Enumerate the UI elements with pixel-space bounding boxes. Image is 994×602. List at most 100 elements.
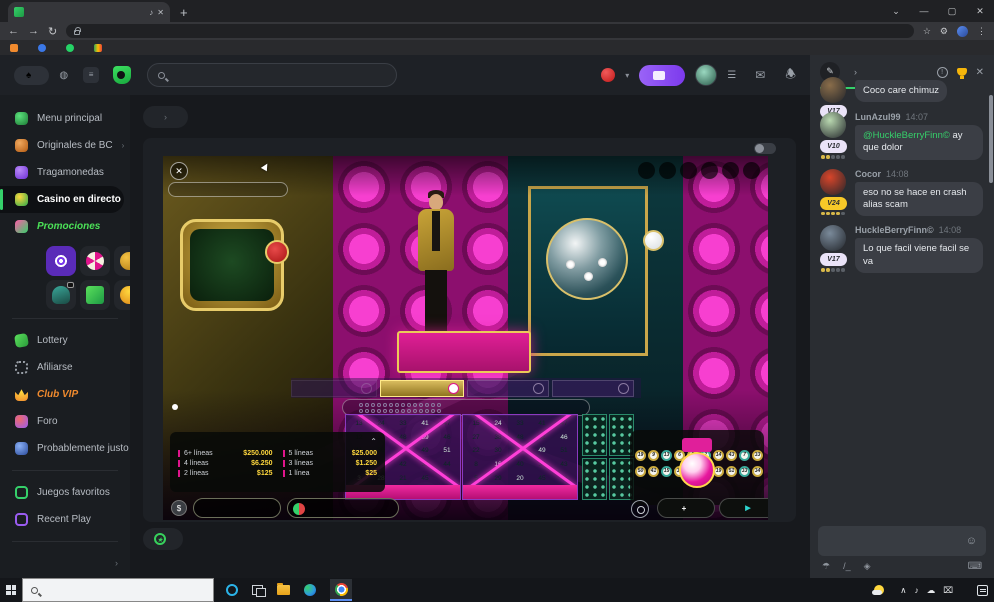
user-mention[interactable]: @HuckleBerryFinn© [863,130,953,141]
coinflip-icon[interactable]: ◈ [864,561,871,572]
camera-icon[interactable] [659,162,676,179]
extensions-icon[interactable]: ⚙ [940,26,948,37]
minimize-button[interactable]: — [910,0,938,22]
nav-casino[interactable]: ♠ [14,66,49,85]
weather-icon[interactable] [874,585,884,595]
bcgame-logo[interactable] [113,66,137,84]
browser-tab[interactable]: ♪ ✕ [8,2,170,22]
lobby-button[interactable]: ▶ [719,498,768,518]
back-button[interactable]: ← [8,25,19,37]
bookmark-meet[interactable] [94,44,106,52]
avatar[interactable] [820,225,846,251]
trophy-icon[interactable] [957,68,967,76]
breadcrumb[interactable]: › [143,106,188,128]
sidebar-language-selector[interactable]: › [0,550,130,568]
network-icon[interactable]: ⌧ [943,585,953,596]
ingame-chat-input[interactable] [168,182,288,197]
chat-scrollbar[interactable] [989,95,993,183]
tab-audio-icon[interactable]: ♪ [149,8,153,17]
history-icon[interactable] [722,162,739,179]
chat-username[interactable]: LunAzul99 [855,112,901,122]
add-table-button[interactable]: + [657,498,715,518]
url-bar[interactable] [66,24,914,38]
start-button[interactable] [0,585,22,595]
sidebar-item-fair[interactable]: Probablemente justo [0,435,130,462]
favorite-button[interactable]: ★ [143,528,183,550]
avatar[interactable] [820,77,846,103]
coins-tile[interactable] [114,280,130,310]
cortana-icon[interactable] [226,584,238,596]
level-list-icon[interactable]: ☰ [727,70,735,81]
chrome-taskbar-active[interactable] [330,579,352,601]
edge-icon[interactable] [304,584,316,596]
tab-close-icon[interactable]: ✕ [157,8,164,17]
sidebar-item-recent[interactable]: Recent Play [0,506,130,533]
keyboard-icon[interactable]: ⌨ [968,561,982,572]
task-view-icon[interactable] [252,585,263,595]
bingo-card-2[interactable]: 1524334147273848424622301949518164034435… [462,414,578,500]
chat-close-icon[interactable]: ✕ [976,67,984,78]
collapse-chevron-icon[interactable]: ⌃ [370,437,377,446]
sidebar-item-forum[interactable]: Foro [0,408,130,435]
menu-kebab-icon[interactable]: ⋮ [977,26,986,37]
new-tab-button[interactable]: + [180,5,188,22]
sidebar-item-slots[interactable]: Tragamonedas [0,159,130,186]
cash-tile[interactable] [80,280,110,310]
sidebar-item-vip[interactable]: Club VIP [0,381,130,408]
settings-icon[interactable] [701,162,718,179]
file-explorer-icon[interactable] [277,585,290,595]
tray-volume-icon[interactable]: ♪ [914,585,918,595]
chat-username[interactable]: HuckleBerryFinn© [855,225,934,235]
maximize-button[interactable]: ▢ [938,0,966,22]
tab-search-icon[interactable]: ⌄ [882,0,910,22]
bookmark-whatsapp[interactable] [66,44,78,52]
sidebar-item-promo[interactable]: Promociones [0,213,130,240]
wheel-tile[interactable] [80,246,110,276]
mode-toggle[interactable] [754,143,776,154]
mini-menu-icon[interactable]: ≡ [83,67,99,83]
sidebar-item-favorites[interactable]: Juegos favoritos [0,479,130,506]
avatar[interactable] [820,169,846,195]
rain-icon[interactable]: ☂ [822,561,830,572]
avatar[interactable] [820,112,846,138]
sidebar-item-affiliate[interactable]: Afiliarse [0,354,130,381]
command-icon[interactable]: /_ [843,561,851,571]
sidebar-item-dice[interactable]: Originales de BC› [0,132,130,159]
game-search-input[interactable] [147,63,397,87]
piggy-tile[interactable] [114,246,130,276]
chat-username[interactable]: Cocor [855,169,881,179]
spin-tile[interactable] [46,246,76,276]
help-icon[interactable] [743,162,760,179]
rocket-tile[interactable] [46,280,76,310]
chevron-right-icon[interactable]: › [854,67,857,77]
notification-center-icon[interactable] [977,585,988,596]
currency-selector[interactable]: ▾ [601,68,629,82]
forward-button[interactable]: → [28,25,39,37]
user-avatar[interactable] [695,64,717,86]
reload-button[interactable]: ↻ [48,25,57,38]
sidebar-item-home[interactable]: Menu principal [0,105,130,132]
bookmark-star-icon[interactable]: ☆ [923,26,931,37]
profile-avatar[interactable] [957,26,968,37]
chat-input[interactable]: ☺ [818,526,986,556]
chat-rules-icon[interactable]: ! [937,67,948,78]
close-button[interactable]: ✕ [966,0,994,22]
bookmark-agroo[interactable] [38,44,50,52]
emoji-icon[interactable]: ☺ [966,535,977,547]
taskbar-search-input[interactable] [22,578,214,602]
sidebar-item-lottery[interactable]: Lottery [0,327,130,354]
onedrive-icon[interactable]: ☁ [927,585,936,596]
bookmark-classroom[interactable] [10,44,22,52]
sidebar-item-label: Juegos favoritos [37,487,110,498]
wallet-button[interactable] [639,65,685,86]
game-close-icon[interactable]: ✕ [170,162,188,180]
ball-dot [437,403,441,407]
tray-expand-icon[interactable]: ∧ [900,585,906,596]
sidebar-item-live[interactable]: Casino en directo [0,186,124,213]
nav-sports[interactable]: ◍ [59,70,73,81]
stream-chat-icon[interactable] [638,162,655,179]
spectate-icon[interactable] [631,500,649,518]
mail-icon[interactable]: ✉ [755,68,765,82]
volume-icon[interactable] [680,162,697,179]
bell-icon[interactable]: 🕭 [785,65,796,86]
